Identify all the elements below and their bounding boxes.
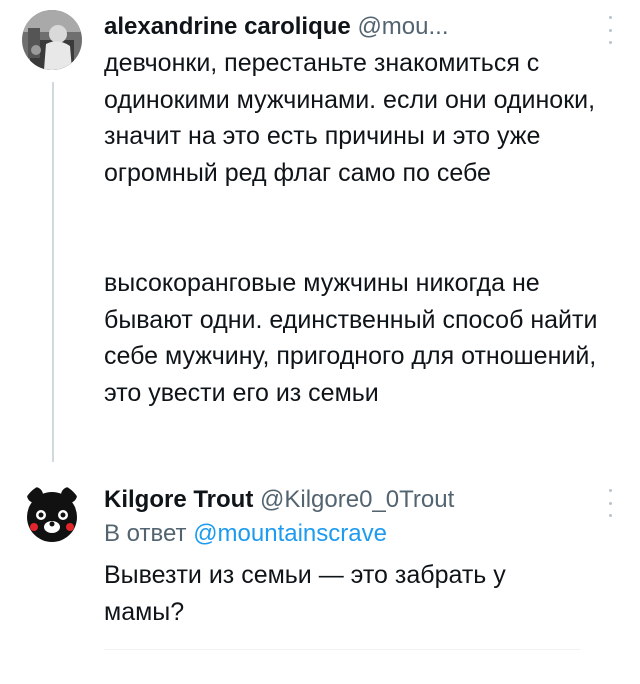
more-vertical-icon[interactable]: [604, 16, 616, 44]
tweet-reply[interactable]: Kilgore Trout @Kilgore0_0Trout В ответ @…: [0, 465, 640, 684]
display-name[interactable]: alexandrine carolique: [104, 13, 351, 40]
tweet-header: Kilgore Trout @Kilgore0_0Trout: [104, 485, 592, 515]
reply-mention-link[interactable]: @mountainscrave: [193, 520, 387, 547]
tweet-header: alexandrine carolique @mou...: [104, 12, 592, 42]
tweet-text: Вывезти из семьи — это забрать у мамы?: [104, 561, 506, 626]
reply-context: В ответ @mountainscrave: [104, 519, 387, 549]
tweet-text-paragraph-2: высокоранговые мужчины никогда не бывают…: [104, 269, 598, 407]
tweet-original[interactable]: alexandrine carolique @mou... девчонки, …: [0, 0, 640, 462]
display-name[interactable]: Kilgore Trout: [104, 486, 253, 513]
more-vertical-icon[interactable]: [604, 489, 616, 517]
handle[interactable]: @Kilgore0_0Trout: [260, 486, 454, 513]
thread-line: [52, 82, 54, 462]
tweet-text-paragraph-1: девчонки, перестаньте знакомиться с один…: [104, 49, 596, 187]
kumamon-bear-icon: [22, 483, 82, 543]
avatar[interactable]: [22, 483, 82, 543]
user-photo-icon: [22, 10, 82, 70]
reply-prefix: В ответ: [104, 520, 187, 547]
divider: [104, 649, 580, 650]
avatar[interactable]: [22, 10, 82, 70]
handle[interactable]: @mou...: [357, 13, 448, 40]
